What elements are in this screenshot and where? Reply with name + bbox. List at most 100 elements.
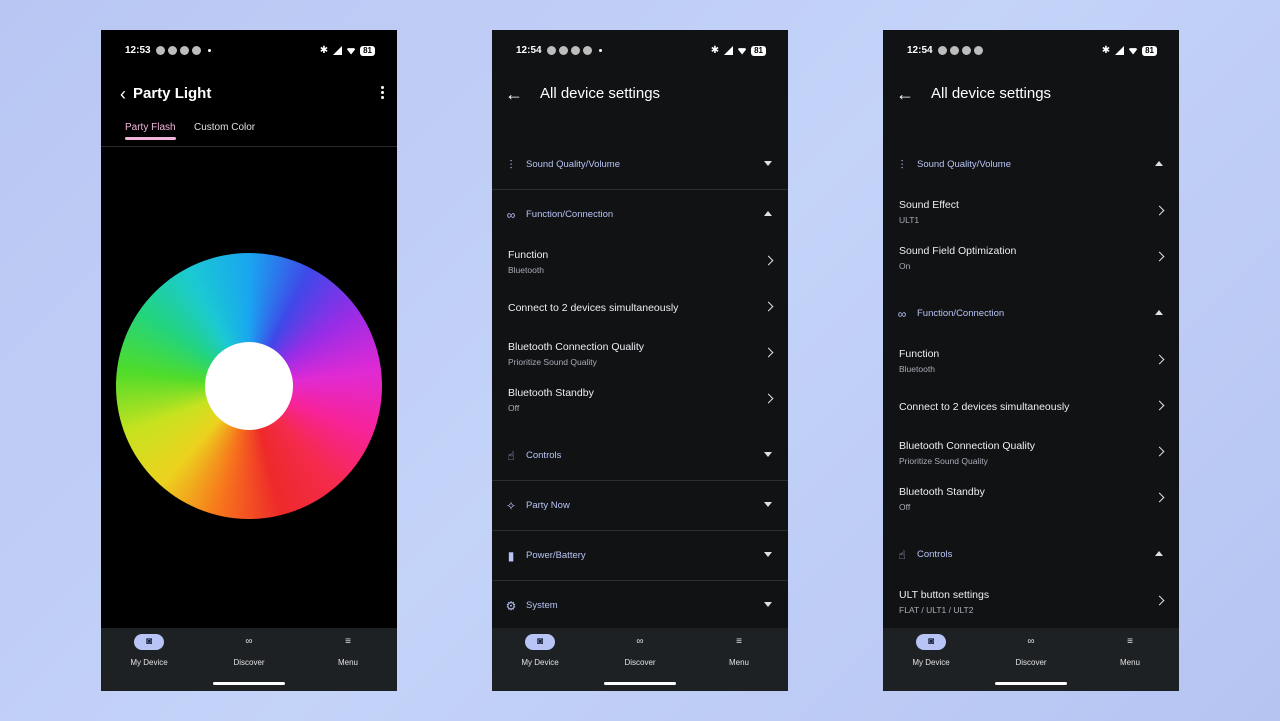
back-arrow-icon[interactable]: ← [502,82,526,106]
setting-row-sound-field[interactable]: Sound Field Optimization On [883,235,1179,281]
wifi-icon [1128,48,1139,55]
section-sound-quality[interactable]: ⫶ Sound Quality/Volume [492,140,788,190]
more-options-icon[interactable] [377,84,387,104]
setting-value: Off [508,403,520,413]
bluetooth-icon: ✱ [319,45,329,56]
nav-label: My Device [130,658,168,667]
section-party-now[interactable]: ✧ Party Now [492,481,788,531]
chevron-up-icon [1155,310,1163,315]
party-popper-icon: ✧ [505,498,517,513]
status-time: 12:53 [125,45,151,56]
section-function-connection[interactable]: ∞ Function/Connection [492,190,788,239]
color-wheel-center[interactable] [205,342,293,430]
binoculars-icon: ∞ [636,636,644,647]
menu-icon: ≡ [345,636,351,647]
nav-my-device[interactable]: ◙ My Device [500,634,580,667]
phone-screen-settings-1: 12:54 ✱ 81 ← All device settings ⫶ Sound… [492,30,788,691]
section-label: Function/Connection [526,209,614,220]
setting-row-function[interactable]: Function Bluetooth [883,338,1179,384]
setting-title: Connect to 2 devices simultaneously [899,401,1070,413]
setting-value: Prioritize Sound Quality [508,357,597,367]
section-power-battery[interactable]: ▮ Power/Battery [492,531,788,581]
status-time: 12:54 [907,45,933,56]
chevron-up-icon [1155,161,1163,166]
setting-row-bt-standby[interactable]: Bluetooth Standby Off [492,377,788,423]
chevron-right-icon [1154,446,1165,457]
chevron-right-icon [763,255,774,266]
battery-indicator: 81 [360,45,375,56]
gear-icon: ⚙ [505,598,517,613]
setting-row-connection-quality[interactable]: Bluetooth Connection Quality Prioritize … [883,430,1179,476]
home-indicator[interactable] [213,682,285,685]
setting-row-connect-two[interactable]: Connect to 2 devices simultaneously [883,384,1179,430]
bottom-navigation: ◙ My Device ∞ Discover ≡ Menu [883,628,1179,691]
section-sound-quality[interactable]: ⫶ Sound Quality/Volume [883,140,1179,189]
back-chevron-icon[interactable]: ‹ [111,82,135,106]
nav-discover[interactable]: ∞ Discover [209,634,289,667]
binoculars-icon: ∞ [245,636,253,647]
chevron-down-icon [764,161,772,166]
setting-value: FLAT / ULT1 / ULT2 [899,605,974,615]
section-system[interactable]: ⚙ System [492,581,788,631]
nav-discover[interactable]: ∞ Discover [991,634,1071,667]
setting-row-bt-standby[interactable]: Bluetooth Standby Off [883,476,1179,522]
nav-menu[interactable]: ≡ Menu [308,634,388,667]
chevron-right-icon [1154,400,1165,411]
chevron-right-icon [1154,595,1165,606]
section-label: Party Now [526,500,570,511]
nav-my-device[interactable]: ◙ My Device [109,634,189,667]
chevron-down-icon [764,552,772,557]
section-label: Function/Connection [917,308,1005,319]
setting-title: ULT button settings [899,589,990,601]
chevron-up-icon [1155,551,1163,556]
settings-list: ⫶ Sound Quality/Volume Sound Effect ULT1… [883,140,1179,625]
wifi-icon [737,48,748,55]
nav-label: Menu [337,658,358,667]
back-arrow-icon[interactable]: ← [893,82,917,106]
home-indicator[interactable] [995,682,1067,685]
chevron-right-icon [763,301,774,312]
setting-value: Off [899,502,911,512]
section-controls[interactable]: ☝ Controls [883,530,1179,579]
setting-title: Bluetooth Standby [508,387,594,399]
bluetooth-icon: ✱ [1101,45,1111,56]
nav-my-device[interactable]: ◙ My Device [891,634,971,667]
tab-bar: Party Flash Custom Color [101,122,397,147]
bottom-navigation: ◙ My Device ∞ Discover ≡ Menu [101,628,397,691]
nav-menu[interactable]: ≡ Menu [1090,634,1170,667]
setting-row-connect-two[interactable]: Connect to 2 devices simultaneously [492,285,788,331]
binoculars-icon: ∞ [1027,636,1035,647]
battery-indicator: 81 [1142,45,1157,56]
setting-row-ult-button[interactable]: ULT button settings FLAT / ULT1 / ULT2 [883,579,1179,625]
nav-menu[interactable]: ≡ Menu [699,634,779,667]
page-title: All device settings [931,85,1052,102]
wifi-icon [346,48,357,55]
tab-party-flash[interactable]: Party Flash [125,122,176,140]
nav-label: Discover [1015,658,1047,667]
nav-label: Menu [1119,658,1140,667]
notification-icons [938,46,983,55]
signal-icon [723,46,734,55]
speaker-icon: ◙ [134,634,164,650]
setting-row-sound-effect[interactable]: Sound Effect ULT1 [883,189,1179,235]
nav-discover[interactable]: ∞ Discover [600,634,680,667]
system-icons: ✱ 81 [1102,45,1157,56]
settings-list: ⫶ Sound Quality/Volume ∞ Function/Connec… [492,140,788,631]
battery-indicator: 81 [751,45,766,56]
setting-row-function[interactable]: Function Bluetooth [492,239,788,285]
chevron-down-icon [764,452,772,457]
link-icon: ∞ [897,306,907,321]
section-label: Controls [526,450,562,461]
setting-value: ULT1 [899,215,920,225]
section-controls[interactable]: ☝ Controls [492,431,788,481]
setting-title: Function [508,249,549,261]
section-label: System [526,600,558,611]
setting-row-connection-quality[interactable]: Bluetooth Connection Quality Prioritize … [492,331,788,377]
chevron-right-icon [1154,492,1165,503]
section-function-connection[interactable]: ∞ Function/Connection [883,289,1179,338]
color-wheel[interactable] [116,253,382,519]
app-bar: ← All device settings [492,82,788,108]
page-title: All device settings [540,85,661,102]
home-indicator[interactable] [604,682,676,685]
tab-custom-color[interactable]: Custom Color [194,122,255,139]
